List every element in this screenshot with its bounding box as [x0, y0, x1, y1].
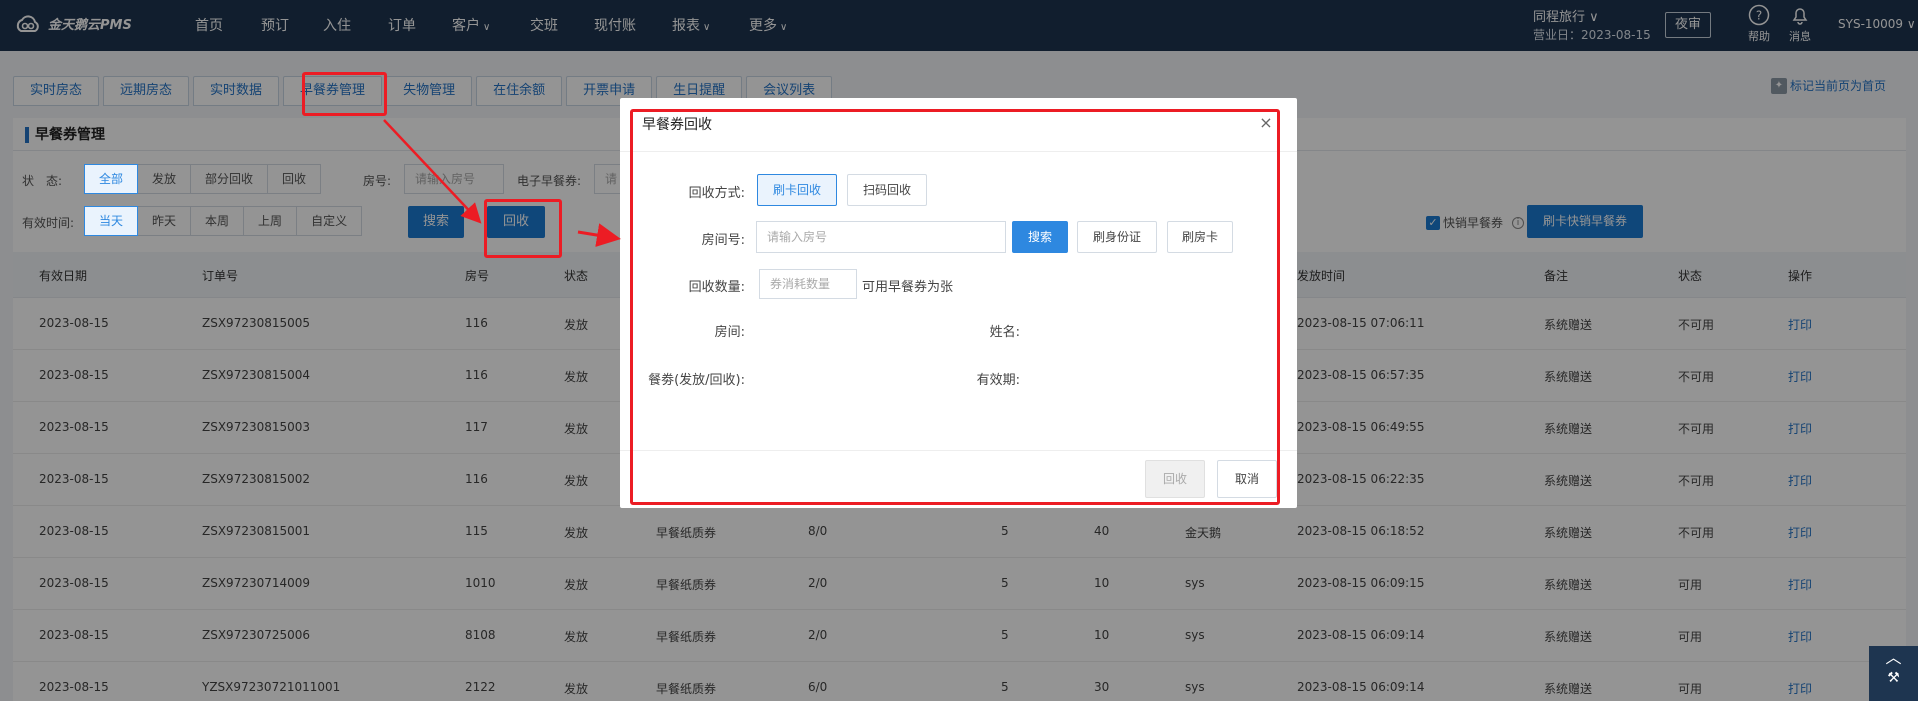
arrow-tab-to-recycle: [383, 119, 482, 224]
back-to-top-widget[interactable]: ︿ ⚒: [1869, 646, 1918, 701]
arrow-recycle-to-dialog: [577, 223, 621, 247]
status-option-0[interactable]: 全部: [84, 164, 139, 194]
valid-time-option-0[interactable]: 当天: [84, 206, 139, 236]
wrench-icon: ⚒: [1887, 670, 1900, 686]
annotation-arrows: [383, 119, 621, 247]
chevron-up-icon: ︿: [1885, 648, 1902, 667]
